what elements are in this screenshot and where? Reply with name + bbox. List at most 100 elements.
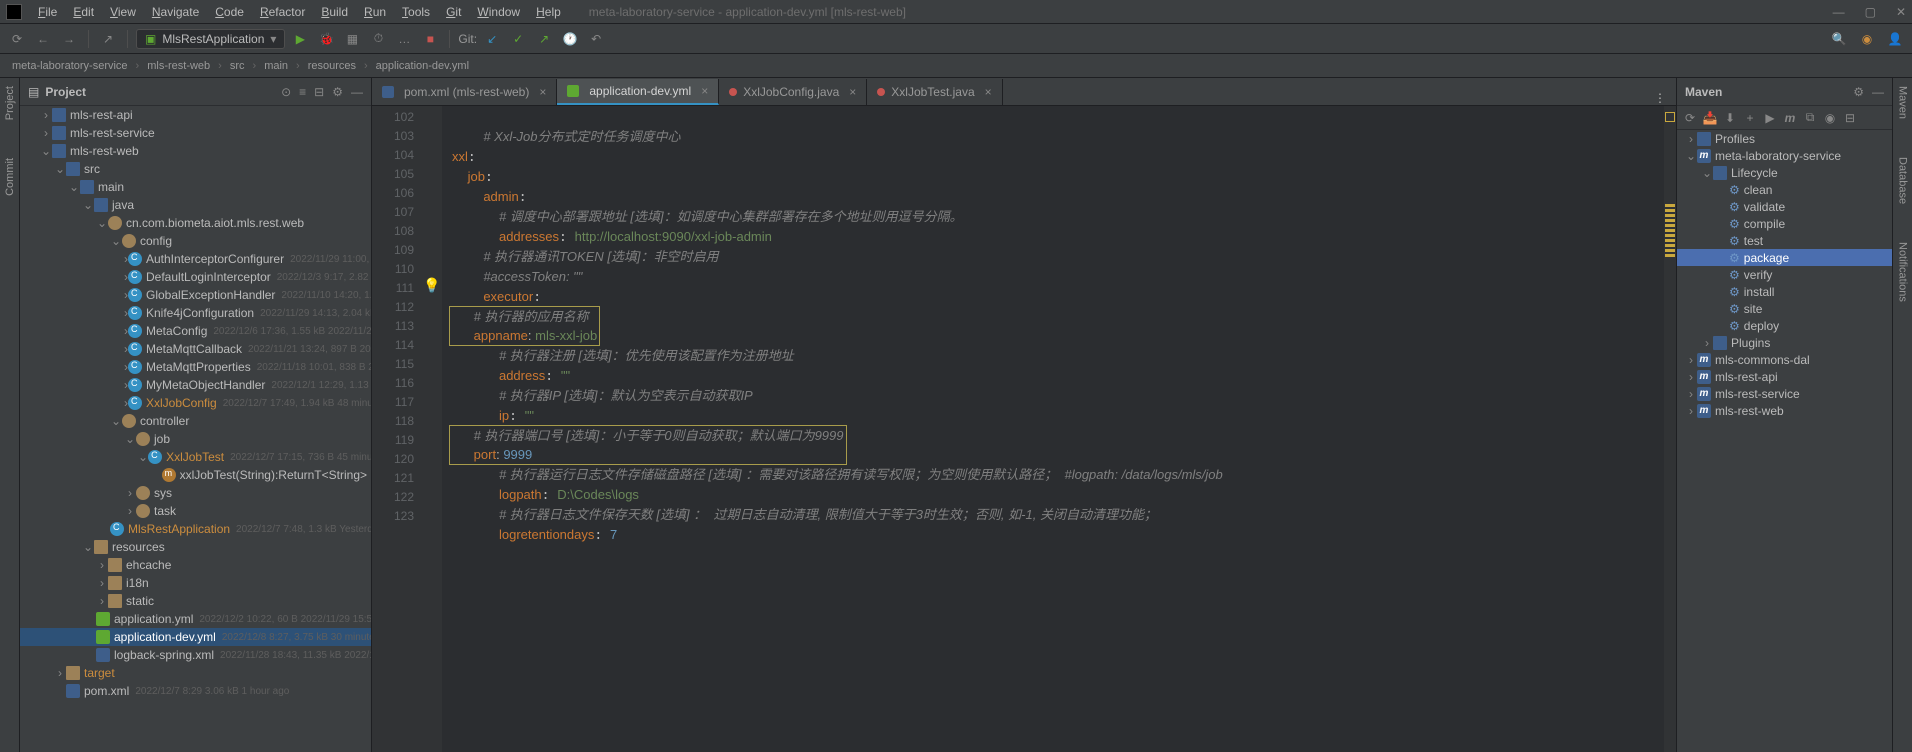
close-icon[interactable]: ✕ <box>1896 5 1906 19</box>
tree-item[interactable]: ⌄main <box>20 178 371 196</box>
tab-close-icon[interactable]: × <box>701 84 708 98</box>
tree-twisty-icon[interactable]: ⌄ <box>96 216 108 230</box>
maven-tree[interactable]: ›Profiles⌄mmeta-laboratory-service⌄Lifec… <box>1677 130 1892 752</box>
show-deps-icon[interactable]: ◉ <box>1823 111 1837 125</box>
tree-item[interactable]: MlsRestApplication2022/12/7 7:48, 1.3 kB… <box>20 520 371 538</box>
git-update-icon[interactable]: ↙ <box>481 28 503 50</box>
breadcrumb-item[interactable]: mls-rest-web <box>143 60 214 72</box>
tree-item[interactable]: ›Knife4jConfiguration2022/11/29 14:13, 2… <box>20 304 371 322</box>
tree-twisty-icon[interactable]: ⌄ <box>68 180 80 194</box>
maven-settings-icon[interactable]: ⚙ <box>1853 85 1864 99</box>
tree-twisty-icon[interactable]: › <box>96 558 108 572</box>
menu-git[interactable]: Git <box>438 5 469 19</box>
collapse-icon[interactable]: ⊟ <box>1843 111 1857 125</box>
tree-item[interactable]: ›MetaConfig2022/12/6 17:36, 1.55 kB 2022… <box>20 322 371 340</box>
coverage-icon[interactable]: ▦ <box>341 28 363 50</box>
debug-icon[interactable]: 🐞 <box>315 28 337 50</box>
collapse-all-icon[interactable]: ⊟ <box>314 85 324 99</box>
profile-icon[interactable]: ⏱ <box>367 28 389 50</box>
tree-item[interactable]: ›MetaMqttProperties2022/11/18 10:01, 838… <box>20 358 371 376</box>
tree-item[interactable]: ›static <box>20 592 371 610</box>
maven-item[interactable]: ›mmls-rest-api <box>1677 368 1892 385</box>
tree-item[interactable]: ›sys <box>20 484 371 502</box>
maven-item[interactable]: ›Profiles <box>1677 130 1892 147</box>
tab-close-icon[interactable]: × <box>985 85 992 99</box>
tree-twisty-icon[interactable]: ⌄ <box>124 432 136 446</box>
maven-item[interactable]: ⚙test <box>1677 232 1892 249</box>
maven-item[interactable]: ⚙verify <box>1677 266 1892 283</box>
tree-item[interactable]: ›XxlJobConfig2022/12/7 17:49, 1.94 kB 48… <box>20 394 371 412</box>
tree-item[interactable]: ⌄controller <box>20 412 371 430</box>
tree-item[interactable]: ›mls-rest-service <box>20 124 371 142</box>
code-editor[interactable]: # Xxl-Job分布式定时任务调度中心 xxl: job: admin: # … <box>442 106 1664 752</box>
tree-twisty-icon[interactable]: ⌄ <box>110 234 122 248</box>
hide-maven-icon[interactable]: — <box>1872 85 1884 99</box>
tab-close-icon[interactable]: × <box>539 85 546 99</box>
tree-item[interactable]: ›task <box>20 502 371 520</box>
tree-twisty-icon[interactable]: › <box>1685 370 1697 384</box>
tab-close-icon[interactable]: × <box>849 85 856 99</box>
avatar-icon[interactable]: 👤 <box>1884 28 1906 50</box>
maven-item[interactable]: ⚙package <box>1677 249 1892 266</box>
tree-item[interactable]: ⌄XxlJobTest2022/12/7 17:15, 736 B 45 min… <box>20 448 371 466</box>
tree-item[interactable]: ›MetaMqttCallback2022/11/21 13:24, 897 B… <box>20 340 371 358</box>
tree-item[interactable]: logback-spring.xml2022/11/28 18:43, 11.3… <box>20 646 371 664</box>
maven-item[interactable]: ›mmls-commons-dal <box>1677 351 1892 368</box>
tree-item[interactable]: ›ehcache <box>20 556 371 574</box>
open-icon[interactable]: ↗ <box>97 28 119 50</box>
tree-item[interactable]: ⌄java <box>20 196 371 214</box>
tree-item[interactable]: ⌄mls-rest-web <box>20 142 371 160</box>
download-icon[interactable]: ⬇ <box>1723 111 1737 125</box>
menu-help[interactable]: Help <box>528 5 569 19</box>
ide-settings-icon[interactable]: ◉ <box>1856 28 1878 50</box>
maven-item[interactable]: ⚙clean <box>1677 181 1892 198</box>
tree-item[interactable]: application-dev.yml2022/12/8 8:27, 3.75 … <box>20 628 371 646</box>
tree-twisty-icon[interactable]: ⌄ <box>82 540 94 554</box>
git-rollback-icon[interactable]: ↶ <box>585 28 607 50</box>
tree-item[interactable]: ›DefaultLoginInterceptor2022/12/3 9:17, … <box>20 268 371 286</box>
editor-tab[interactable]: application-dev.yml× <box>557 79 719 105</box>
tabs-more-icon[interactable]: ⋮ <box>1644 91 1676 105</box>
tree-twisty-icon[interactable]: ⌄ <box>82 198 94 212</box>
run-maven-icon[interactable]: ▶ <box>1763 111 1777 125</box>
breadcrumb-item[interactable]: src <box>226 60 249 72</box>
maximize-icon[interactable]: ▢ <box>1865 5 1876 19</box>
editor-tab[interactable]: pom.xml (mls-rest-web)× <box>372 79 557 105</box>
menu-file[interactable]: File <box>30 5 65 19</box>
tree-item[interactable]: ⌄src <box>20 160 371 178</box>
breadcrumb-item[interactable]: resources <box>304 60 360 72</box>
tree-twisty-icon[interactable]: ⌄ <box>1685 149 1697 163</box>
menu-code[interactable]: Code <box>207 5 252 19</box>
maven-item[interactable]: ⚙site <box>1677 300 1892 317</box>
tree-item[interactable]: pom.xml2022/12/7 8:29 3.06 kB 1 hour ago <box>20 682 371 700</box>
attach-icon[interactable]: … <box>393 28 415 50</box>
menu-run[interactable]: Run <box>356 5 394 19</box>
tree-item[interactable]: ›AuthInterceptorConfigurer2022/11/29 11:… <box>20 250 371 268</box>
maven-item[interactable]: ⚙compile <box>1677 215 1892 232</box>
maven-item[interactable]: ›mmls-rest-service <box>1677 385 1892 402</box>
maven-item[interactable]: ›Plugins <box>1677 334 1892 351</box>
tree-item[interactable]: ›mls-rest-api <box>20 106 371 124</box>
tree-item[interactable]: ›i18n <box>20 574 371 592</box>
breadcrumb-item[interactable]: main <box>260 60 292 72</box>
maven-item[interactable]: ⚙install <box>1677 283 1892 300</box>
forward-icon[interactable]: → <box>58 28 80 50</box>
menu-refactor[interactable]: Refactor <box>252 5 313 19</box>
project-tree[interactable]: ›mls-rest-api›mls-rest-service⌄mls-rest-… <box>20 106 371 752</box>
tree-item[interactable]: application.yml2022/12/2 10:22, 60 B 202… <box>20 610 371 628</box>
maven-item[interactable]: ›mmls-rest-web <box>1677 402 1892 419</box>
maven-item[interactable]: ⌄Lifecycle <box>1677 164 1892 181</box>
menu-build[interactable]: Build <box>313 5 356 19</box>
maven-item[interactable]: ⚙validate <box>1677 198 1892 215</box>
git-push-icon[interactable]: ↗ <box>533 28 555 50</box>
editor-tab[interactable]: XxlJobTest.java× <box>867 79 1002 105</box>
tool-tab-database[interactable]: Database <box>1897 153 1909 208</box>
git-commit-icon[interactable]: ✓ <box>507 28 529 50</box>
tree-twisty-icon[interactable]: ⌄ <box>40 144 52 158</box>
project-tool-icon[interactable]: ▤ <box>28 85 39 99</box>
tree-item[interactable]: ›MyMetaObjectHandler2022/12/1 12:29, 1.1… <box>20 376 371 394</box>
tool-tab-commit[interactable]: Commit <box>4 154 16 200</box>
toggle-skip-tests-icon[interactable]: ⧉ <box>1803 111 1817 125</box>
panel-settings-icon[interactable]: ⚙ <box>332 85 343 99</box>
error-stripe[interactable] <box>1664 106 1676 752</box>
